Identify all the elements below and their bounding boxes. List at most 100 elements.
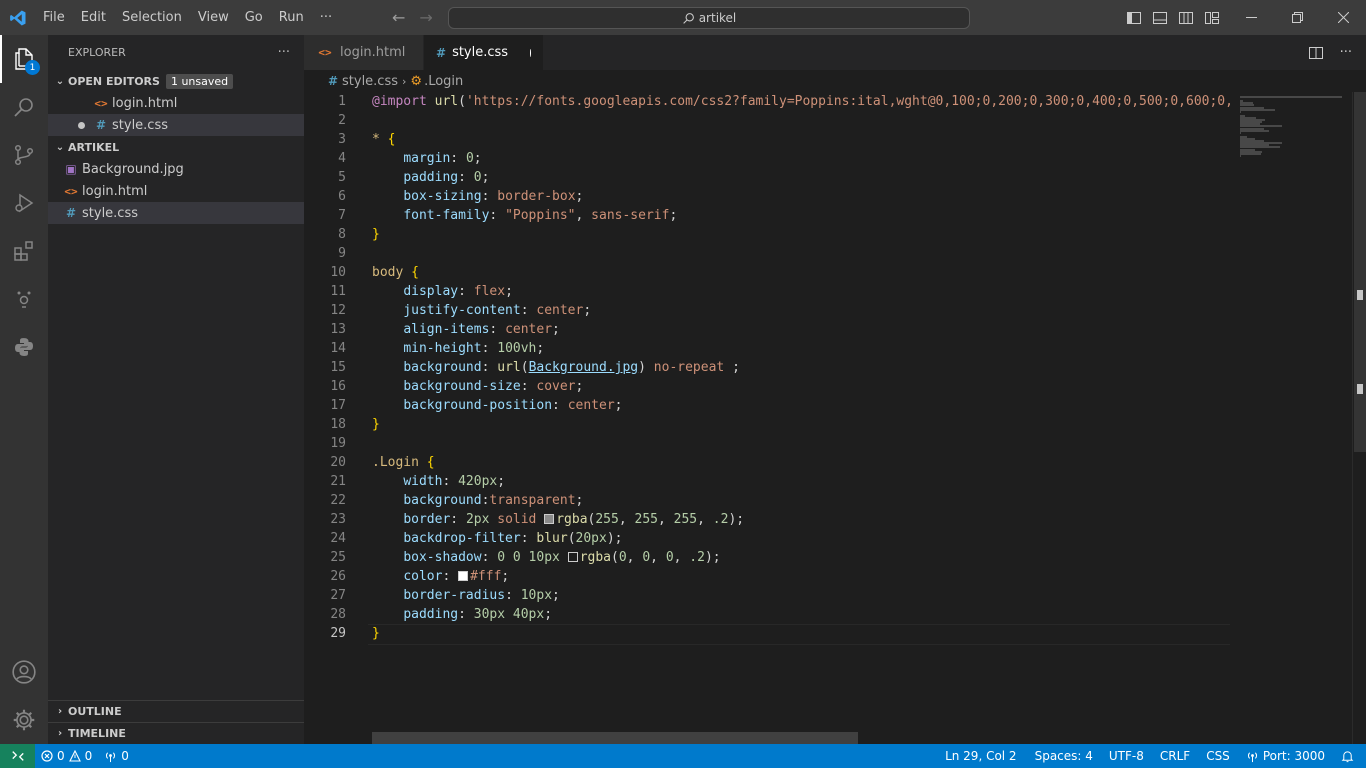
menu-view[interactable]: View [190, 0, 237, 35]
code-line[interactable]: 5 padding: 0; [304, 168, 1230, 187]
code-line[interactable]: 15 background: url(Background.jpg) no-re… [304, 358, 1230, 377]
breadcrumb-symbol[interactable]: .Login [424, 74, 463, 89]
activity-manage[interactable] [0, 696, 48, 744]
color-swatch[interactable] [544, 514, 555, 524]
toggle-secondary-sidebar-icon[interactable] [1178, 10, 1194, 26]
outline-header[interactable]: › OUTLINE [48, 700, 304, 722]
minimize-button[interactable] [1228, 0, 1274, 35]
editor-more-actions-icon[interactable]: ··· [1340, 45, 1352, 60]
horizontal-scrollbar[interactable] [372, 732, 858, 744]
folder-header[interactable]: ⌄ ARTIKEL [48, 136, 304, 158]
toggle-panel-icon[interactable] [1152, 10, 1168, 26]
code-line[interactable]: 1 @import url('https://fonts.googleapis.c… [304, 92, 1230, 111]
code-line[interactable]: 22 background:transparent; [304, 491, 1230, 510]
code-editor[interactable]: 1 @import url('https://fonts.googleapis.c… [304, 92, 1230, 744]
code-line[interactable]: 4 margin: 0; [304, 149, 1230, 168]
activity-explorer[interactable]: 1 [0, 35, 48, 83]
menu-file[interactable]: File [35, 0, 73, 35]
color-swatch[interactable] [458, 571, 469, 581]
code-line[interactable]: 7 font-family: "Poppins", sans-serif; [304, 206, 1230, 225]
code-token: backdrop-filter [403, 531, 521, 546]
open-editors-header[interactable]: ⌄ OPEN EDITORS 1 unsaved [48, 70, 304, 92]
activity-extensions[interactable] [0, 227, 48, 275]
ports-indicator[interactable]: 0 [98, 744, 135, 768]
menu-selection[interactable]: Selection [114, 0, 190, 35]
live-server-port[interactable]: Port: 3000 [1238, 744, 1333, 768]
code-line[interactable]: 9 [304, 244, 1230, 263]
timeline-header[interactable]: › TIMELINE [48, 722, 304, 744]
code-line[interactable]: 2 [304, 111, 1230, 130]
split-editor-icon[interactable] [1308, 45, 1324, 61]
code-line[interactable]: 27 border-radius: 10px; [304, 586, 1230, 605]
open-editor-item[interactable]: # style.css [48, 114, 304, 136]
code-line[interactable]: 19 [304, 434, 1230, 453]
code-line[interactable]: 24 backdrop-filter: blur(20px); [304, 529, 1230, 548]
restore-button[interactable] [1274, 0, 1320, 35]
tab-style-css[interactable]: # style.css [424, 35, 544, 70]
code-token: 420px [458, 474, 498, 489]
menu-edit[interactable]: Edit [73, 0, 114, 35]
code-line[interactable]: 28 padding: 30px 40px; [304, 605, 1230, 624]
code-token: , [626, 550, 643, 565]
breadcrumb-file[interactable]: style.css [342, 74, 398, 89]
code-token: no-repeat [653, 360, 725, 375]
code-text: @import url('https://fonts.googleapis.co… [372, 92, 1230, 111]
minimap[interactable] [1230, 92, 1352, 744]
code-line[interactable]: 14 min-height: 100vh; [304, 339, 1230, 358]
unsaved-dot-icon[interactable] [530, 48, 531, 57]
open-editor-item[interactable]: <> login.html [48, 92, 304, 114]
remote-indicator[interactable] [0, 744, 35, 768]
explorer-more-actions[interactable]: ··· [278, 45, 290, 60]
code-line[interactable]: 23 border: 2px solid rgba(255, 255, 255,… [304, 510, 1230, 529]
indentation[interactable]: Spaces: 4 [1027, 744, 1101, 768]
file-tree-item[interactable]: ▣ Background.jpg [48, 158, 304, 180]
back-arrow-icon[interactable]: ← [392, 8, 405, 27]
code-line[interactable]: 21 width: 420px; [304, 472, 1230, 491]
color-swatch[interactable] [567, 552, 578, 562]
code-line[interactable]: 25 box-shadow: 0 0 10px rgba(0, 0, 0, .2… [304, 548, 1230, 567]
toggle-primary-sidebar-icon[interactable] [1126, 10, 1142, 26]
menu-go[interactable]: Go [237, 0, 271, 35]
code-text: display: flex; [372, 282, 513, 301]
command-center-search[interactable]: artikel [448, 7, 970, 29]
activity-accounts[interactable] [0, 648, 48, 696]
code-token: 255 [595, 512, 619, 527]
code-line[interactable]: 12 justify-content: center; [304, 301, 1230, 320]
language-mode[interactable]: CSS [1198, 744, 1238, 768]
notifications[interactable] [1333, 744, 1366, 768]
close-button[interactable] [1320, 0, 1366, 35]
code-line[interactable]: 10 body { [304, 263, 1230, 282]
code-line[interactable]: 8} [304, 225, 1230, 244]
code-line[interactable]: 11 display: flex; [304, 282, 1230, 301]
vertical-scrollbar[interactable] [1352, 92, 1366, 744]
scrollbar-slider[interactable] [1354, 92, 1366, 452]
end-of-line[interactable]: CRLF [1152, 744, 1198, 768]
warning-count: 0 [84, 749, 93, 763]
code-line[interactable]: 16 background-size: cover; [304, 377, 1230, 396]
menu-run[interactable]: Run [271, 0, 312, 35]
problems-indicator[interactable]: 0 0 [35, 744, 98, 768]
code-line[interactable]: 20 .Login { [304, 453, 1230, 472]
file-tree-item[interactable]: <> login.html [48, 180, 304, 202]
activity-live-share[interactable] [0, 275, 48, 323]
encoding[interactable]: UTF-8 [1101, 744, 1152, 768]
activity-source-control[interactable] [0, 131, 48, 179]
cursor-position[interactable]: Ln 29, Col 2 [935, 744, 1027, 768]
file-tree-item[interactable]: # style.css [48, 202, 304, 224]
code-line[interactable]: 18} [304, 415, 1230, 434]
menu-more[interactable]: ··· [312, 0, 340, 35]
code-line[interactable]: 3 * { [304, 130, 1230, 149]
activity-search[interactable] [0, 83, 48, 131]
error-icon [41, 750, 53, 762]
code-line[interactable]: 26 color: #fff; [304, 567, 1230, 586]
code-line[interactable]: 29} [304, 624, 1230, 645]
tab-login-html[interactable]: <> login.html [304, 35, 424, 70]
customize-layout-icon[interactable] [1204, 10, 1220, 26]
code-line[interactable]: 13 align-items: center; [304, 320, 1230, 339]
activity-run-debug[interactable] [0, 179, 48, 227]
code-line[interactable]: 17 background-position: center; [304, 396, 1230, 415]
code-line[interactable]: 6 box-sizing: border-box; [304, 187, 1230, 206]
activity-python[interactable] [0, 323, 48, 371]
forward-arrow-icon[interactable]: → [419, 8, 432, 27]
